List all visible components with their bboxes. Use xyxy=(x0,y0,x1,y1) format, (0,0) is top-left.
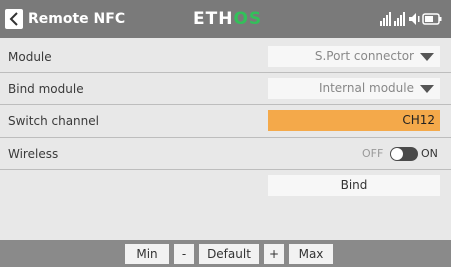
module-value: S.Port connector xyxy=(314,49,414,63)
max-button[interactable]: Max xyxy=(289,244,333,264)
module-select[interactable]: S.Port connector xyxy=(268,46,440,67)
caret-down-icon xyxy=(420,85,434,93)
rssi-icon xyxy=(380,12,391,26)
volume-icon xyxy=(409,13,420,25)
toggle-on-label: ON xyxy=(421,147,438,160)
default-button[interactable]: Default xyxy=(199,244,259,264)
bind-module-label: Bind module xyxy=(8,82,84,96)
wireless-toggle[interactable]: OFF ON xyxy=(360,146,444,162)
divider xyxy=(0,169,451,170)
row-bind-module: Bind module Internal module xyxy=(0,73,451,105)
switch-channel-label: Switch channel xyxy=(8,114,99,128)
bind-module-select[interactable]: Internal module xyxy=(268,78,440,99)
signal-icon xyxy=(394,12,405,26)
chevron-left-icon xyxy=(9,12,18,26)
ethos-logo: ETHOS xyxy=(193,9,263,29)
status-icons xyxy=(380,11,444,31)
row-wireless: Wireless OFF ON xyxy=(0,138,451,170)
caret-down-icon xyxy=(420,53,434,61)
top-bar: Remote NFC ETHOS xyxy=(0,0,451,38)
decrement-button[interactable]: - xyxy=(174,244,194,264)
bottom-bar: Min - Default + Max xyxy=(0,240,451,267)
min-button[interactable]: Min xyxy=(125,244,169,264)
toggle-off-label: OFF xyxy=(362,147,384,160)
module-label: Module xyxy=(8,50,52,64)
increment-button[interactable]: + xyxy=(264,244,284,264)
bind-module-value: Internal module xyxy=(318,81,414,95)
switch-channel-select[interactable]: CH12 xyxy=(268,110,440,131)
wireless-label: Wireless xyxy=(8,147,59,161)
toggle-knob xyxy=(391,148,403,160)
page-title: Remote NFC xyxy=(28,11,126,27)
back-button[interactable] xyxy=(5,9,23,29)
toggle-switch[interactable] xyxy=(390,147,418,161)
switch-channel-value: CH12 xyxy=(402,113,435,127)
row-switch-channel: Switch channel CH12 xyxy=(0,105,451,137)
row-module: Module S.Port connector xyxy=(0,41,451,73)
battery-icon xyxy=(422,13,442,25)
bind-button[interactable]: Bind xyxy=(268,175,440,196)
